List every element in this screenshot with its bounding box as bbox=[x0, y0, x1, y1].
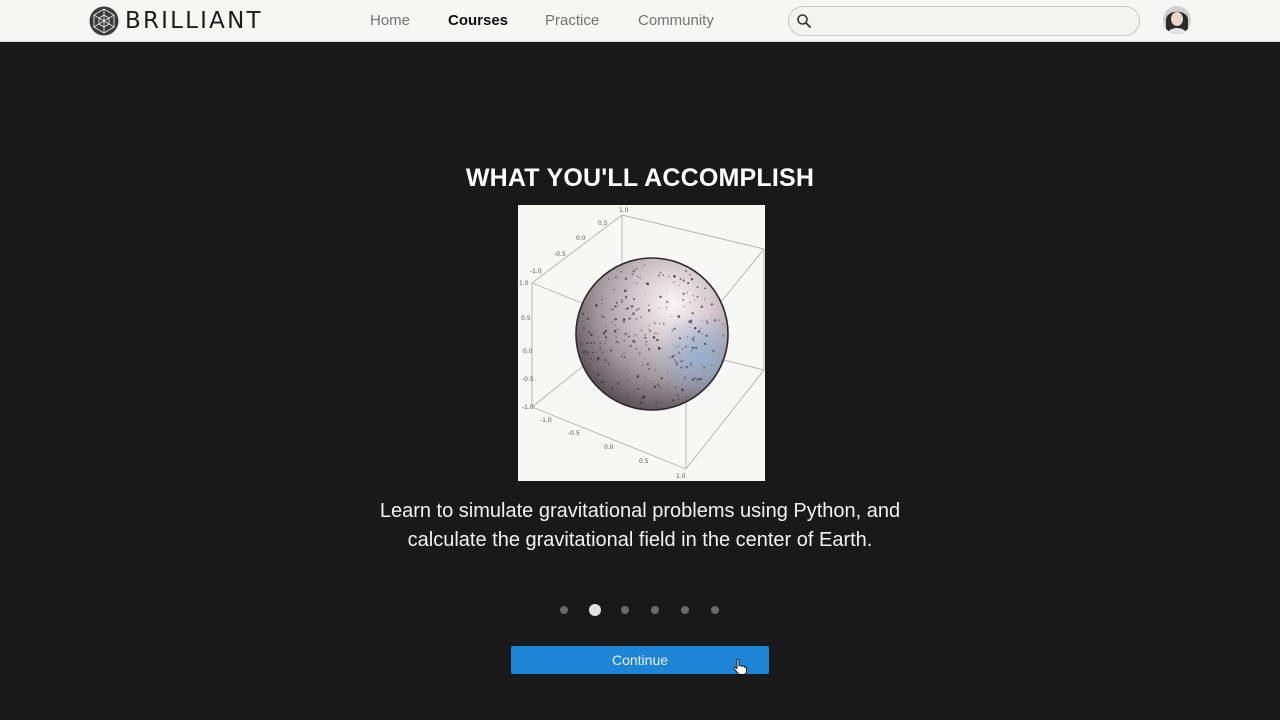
tick-label: -0.5 bbox=[568, 430, 580, 437]
sphere-plot-figure: 1.0 0.5 0.0 -0.5 -1.0 -1.0 -0.5 0.0 0.5 … bbox=[518, 205, 765, 481]
tick-label: 0.5 bbox=[598, 220, 608, 227]
tick-label: 1.0 bbox=[619, 207, 629, 214]
search-input[interactable] bbox=[819, 11, 1123, 33]
nav-community[interactable]: Community bbox=[638, 12, 714, 29]
search-icon bbox=[796, 13, 812, 34]
tick-label: 0.5 bbox=[521, 315, 531, 322]
nav-home[interactable]: Home bbox=[370, 12, 410, 29]
tick-label: 1.0 bbox=[676, 473, 686, 480]
course-description: Learn to simulate gravitational problems… bbox=[340, 497, 940, 555]
geodesic-sphere-icon bbox=[88, 5, 120, 37]
tick-label: 0.0 bbox=[523, 348, 533, 355]
page-title: WHAT YOU'LL ACCOMPLISH bbox=[465, 164, 815, 192]
search-box[interactable] bbox=[788, 6, 1140, 36]
pagination-dot-active[interactable] bbox=[589, 604, 601, 616]
tick-label: 0.0 bbox=[604, 444, 614, 451]
hand-cursor-icon bbox=[733, 658, 747, 680]
brand-logo[interactable]: BRILLIANT bbox=[88, 5, 263, 37]
nav-courses[interactable]: Courses bbox=[448, 12, 508, 29]
pagination-dots bbox=[557, 604, 727, 616]
tick-label: -0.5 bbox=[554, 251, 566, 258]
nav-practice[interactable]: Practice bbox=[545, 12, 599, 29]
description-line: Learn to simulate gravitational problems… bbox=[379, 500, 901, 522]
tick-label: 0.5 bbox=[639, 458, 649, 465]
pagination-dot[interactable] bbox=[621, 606, 629, 614]
pagination-dot[interactable] bbox=[560, 606, 568, 614]
tick-label: 0.0 bbox=[576, 235, 586, 242]
pagination-dot[interactable] bbox=[681, 606, 689, 614]
brand-name: BRILLIANT bbox=[125, 8, 263, 34]
user-avatar-icon[interactable] bbox=[1163, 6, 1191, 34]
top-navigation-bar: BRILLIANT Home Courses Practice Communit… bbox=[0, 0, 1280, 42]
tick-label: -1.0 bbox=[530, 268, 542, 275]
tick-label: -1.0 bbox=[540, 417, 552, 424]
continue-button[interactable]: Continue bbox=[511, 646, 769, 674]
description-line: calculate the gravitational field in the… bbox=[407, 529, 873, 551]
tick-label: -1.0 bbox=[522, 404, 534, 411]
tick-label: -0.5 bbox=[522, 376, 534, 383]
tick-label: 1.0 bbox=[519, 280, 529, 287]
pagination-dot[interactable] bbox=[711, 606, 719, 614]
pagination-dot[interactable] bbox=[651, 606, 659, 614]
